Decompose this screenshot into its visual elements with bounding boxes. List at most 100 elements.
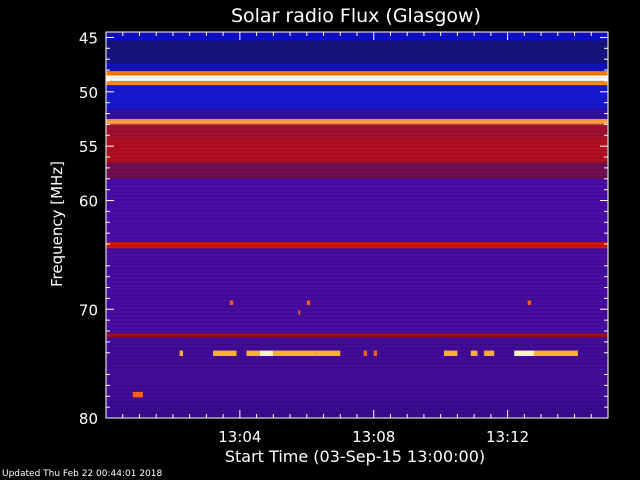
channel-stripe [106,207,608,209]
channel-stripe [106,146,608,148]
channel-stripe [106,252,608,254]
channel-stripe [106,123,608,125]
channel-stripe [106,54,608,56]
frequency-band [106,63,608,72]
radio-burst [298,310,301,315]
channel-stripe [106,81,608,83]
channel-stripe [106,149,608,151]
channel-stripe [106,279,608,281]
channel-stripe [106,62,608,64]
channel-stripe [106,370,608,372]
channel-stripe [106,51,608,53]
channel-stripe [106,306,608,308]
channel-stripe [106,176,608,178]
channel-stripe [106,199,608,201]
channel-stripe [106,286,608,288]
radio-burst [259,350,274,357]
channel-stripe [106,363,608,365]
radio-burst [246,350,260,357]
channel-stripe [106,165,608,167]
channel-stripe [106,111,608,113]
radio-burst [213,350,237,357]
channel-stripe [106,127,608,129]
channel-stripe [106,294,608,296]
channel-stripe [106,142,608,144]
radio-burst [363,350,368,357]
channel-stripe [106,66,608,68]
channel-stripe [106,336,608,338]
channel-stripe [106,58,608,60]
radio-burst [444,350,458,357]
channel-stripe [106,401,608,403]
plot-area: 45 50 55 60 70 80 13:04 13:08 13:12 [79,29,609,446]
channel-stripe [106,245,608,247]
radio-burst [132,391,143,398]
channel-stripe [106,256,608,258]
channel-stripe [106,241,608,243]
update-timestamp: Updated Thu Feb 22 00:44:01 2018 [2,469,163,479]
channel-stripe [106,134,608,136]
x-axis-label: Start Time (03-Sep-15 13:00:00) [225,447,485,466]
channel-stripe [106,43,608,45]
channel-stripe [106,283,608,285]
y-axis-label: Frequency [MHz] [48,161,66,287]
channel-stripe [106,153,608,155]
spectrogram-heatmap [106,32,608,418]
channel-stripe [106,195,608,197]
channel-stripe [106,385,608,387]
channel-stripe [106,39,608,41]
radio-burst [179,350,183,357]
channel-stripe [106,344,608,346]
channel-stripe [106,275,608,277]
channel-stripe [106,77,608,79]
channel-stripe [106,366,608,368]
channel-stripe [106,70,608,72]
channel-stripe [106,47,608,49]
channel-stripe [106,85,608,87]
channel-stripe [106,226,608,228]
channel-stripe [106,119,608,121]
channel-stripe [106,73,608,75]
channel-stripe [106,340,608,342]
channel-stripe [106,210,608,212]
channel-stripe [106,191,608,193]
y-tick-label: 60 [79,193,98,211]
channel-stripe [106,96,608,98]
radio-burst [484,350,495,357]
channel-stripe [106,264,608,266]
radio-burst [373,350,378,357]
channel-stripe [106,267,608,269]
channel-stripe [106,298,608,300]
channel-stripe [106,188,608,190]
channel-stripe [106,374,608,376]
channel-stripe [106,313,608,315]
frequency-band [106,109,608,119]
x-tick-label: 13:12 [486,428,529,446]
radio-burst [527,300,532,305]
channel-stripe [106,184,608,186]
channel-stripe [106,328,608,330]
channel-stripe [106,222,608,224]
channel-stripe [106,169,608,171]
channel-stripe [106,260,608,262]
radio-burst [534,350,578,357]
radio-burst [273,350,317,357]
channel-stripe [106,92,608,94]
channel-stripe [106,233,608,235]
frequency-band [106,241,608,249]
channel-stripe [106,130,608,132]
x-tick-label: 13:08 [352,428,395,446]
channel-stripe [106,332,608,334]
channel-stripe [106,271,608,273]
channel-stripe [106,389,608,391]
channel-stripe [106,393,608,395]
radio-burst [229,300,234,305]
channel-stripe [106,317,608,319]
channel-stripe [106,115,608,117]
y-tick-label: 50 [79,84,98,102]
channel-stripe [106,161,608,163]
x-tick-label: 13:04 [218,428,261,446]
y-tick-label: 80 [79,410,98,428]
channel-stripe [106,214,608,216]
channel-stripe [106,382,608,384]
